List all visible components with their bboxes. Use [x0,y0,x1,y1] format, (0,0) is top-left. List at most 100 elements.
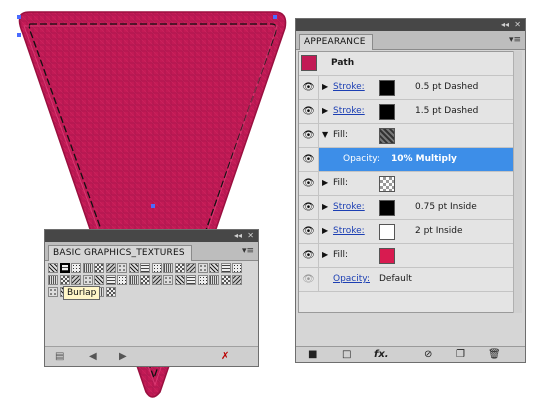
texture-swatch[interactable] [105,263,116,273]
fill-label: Fill: [333,130,349,140]
stroke-label[interactable]: Stroke: [333,202,365,212]
delete-icon[interactable]: ✗ [221,351,229,362]
texture-swatch[interactable] [151,263,162,273]
texture-swatch[interactable] [220,263,231,273]
texture-swatch[interactable] [186,275,196,285]
texture-swatch[interactable] [117,275,127,285]
texture-swatch[interactable] [71,275,81,285]
texture-swatch[interactable] [186,263,196,273]
texture-swatch[interactable] [71,263,81,273]
panel-menu-icon[interactable]: ▾≡ [242,246,254,256]
visibility-eye-icon[interactable]: 👁 [299,220,319,243]
appearance-row-fill-color[interactable]: 👁 ▶ Fill: [299,244,519,268]
texture-swatch[interactable] [117,263,127,273]
texture-swatch[interactable] [82,275,93,285]
visibility-eye-icon[interactable]: 👁 [299,196,319,219]
appearance-row-stroke-3[interactable]: 👁 ▶ Stroke: 0.75 pt Inside [299,196,519,220]
selection-handle-center[interactable] [151,204,155,208]
texture-swatch[interactable] [140,263,150,273]
clear-icon[interactable]: □ [342,349,351,360]
opacity-label[interactable]: Opacity: [343,154,380,164]
texture-swatch[interactable] [163,263,173,273]
close-icon[interactable]: ✕ [514,20,521,30]
texture-swatch[interactable] [197,263,208,273]
texture-swatch[interactable] [140,275,150,285]
new-art-icon[interactable]: ■ [308,349,317,360]
appearance-row-stroke-2[interactable]: 👁 ▶ Stroke: 1.5 pt Dashed [299,100,519,124]
texture-swatch[interactable] [59,275,70,285]
texture-swatch[interactable] [105,275,116,285]
texture-swatch[interactable] [128,263,139,273]
prev-arrow-icon[interactable]: ◀ [89,351,97,362]
fx-icon[interactable]: fx. [374,349,389,360]
expand-triangle-icon[interactable]: ▶ [322,250,328,259]
appearance-row-stroke-4[interactable]: 👁 ▶ Stroke: 2 pt Inside [299,220,519,244]
expand-triangle-icon[interactable]: ▶ [322,202,328,211]
appearance-header-row[interactable]: Path [299,52,519,76]
checker-swatch[interactable] [379,176,395,192]
texture-swatch[interactable] [174,263,185,273]
stroke-label[interactable]: Stroke: [333,106,365,116]
texture-swatch[interactable] [94,263,104,273]
texture-swatch[interactable] [48,275,58,285]
expand-triangle-icon[interactable]: ▶ [322,106,328,115]
texture-swatch[interactable] [232,263,242,273]
visibility-eye-icon[interactable]: 👁 [299,100,319,123]
texture-swatch[interactable] [59,263,70,273]
texture-swatch[interactable] [48,263,58,273]
texture-swatch[interactable] [379,128,395,144]
path-label: Path [331,58,355,68]
tab-appearance[interactable]: APPEARANCE [299,34,373,50]
texture-swatch[interactable] [209,275,219,285]
texture-swatch[interactable] [209,263,219,273]
tab-textures[interactable]: BASIC GRAPHICS_TEXTURES [48,245,192,261]
appearance-row-fill-checker[interactable]: 👁 ▶ Fill: [299,172,519,196]
appearance-row-fill-texture[interactable]: 👁 ▼ Fill: [299,124,519,148]
delete-icon[interactable]: 🗑 [488,349,501,360]
duplicate-icon[interactable]: ❐ [456,349,465,360]
appearance-row-opacity-selected[interactable]: 👁 Opacity: 10% Multiply [299,148,519,172]
texture-swatch[interactable] [220,275,231,285]
texture-swatch[interactable] [128,275,139,285]
selection-handle-top-right[interactable] [273,15,277,19]
library-icon[interactable]: ▤ [55,351,64,362]
texture-swatch[interactable] [163,275,173,285]
appearance-scrollbar[interactable] [513,51,522,313]
stroke-swatch[interactable] [379,200,395,216]
reduce-icon[interactable]: ⊘ [424,349,432,360]
visibility-eye-icon[interactable]: 👁 [299,244,319,267]
panel-menu-icon[interactable]: ▾≡ [509,35,521,45]
visibility-eye-icon[interactable]: 👁 [299,268,319,291]
appearance-row-opacity-default[interactable]: 👁 Opacity: Default [299,268,519,292]
texture-swatch[interactable] [105,287,116,297]
stroke-swatch[interactable] [379,224,395,240]
selection-handle-left[interactable] [17,33,21,37]
collapse-triangle-icon[interactable]: ▼ [322,130,328,139]
texture-swatch[interactable] [151,275,162,285]
close-icon[interactable]: ✕ [247,231,254,241]
collapse-icon[interactable]: ◂◂ [234,231,242,241]
visibility-eye-icon[interactable]: 👁 [299,172,319,195]
texture-swatch[interactable] [82,263,93,273]
appearance-row-stroke-1[interactable]: 👁 ▶ Stroke: 0.5 pt Dashed [299,76,519,100]
visibility-eye-icon[interactable]: 👁 [299,76,319,99]
texture-swatch[interactable] [94,275,104,285]
collapse-icon[interactable]: ◂◂ [501,20,509,30]
expand-triangle-icon[interactable]: ▶ [322,82,328,91]
texture-swatch[interactable] [48,287,58,297]
stroke-swatch[interactable] [379,104,395,120]
stroke-swatch[interactable] [379,80,395,96]
texture-swatch[interactable] [174,275,185,285]
selection-handle-top-left[interactable] [17,15,21,19]
texture-swatch[interactable] [197,275,208,285]
expand-triangle-icon[interactable]: ▶ [322,178,328,187]
stroke-label[interactable]: Stroke: [333,226,365,236]
stroke-label[interactable]: Stroke: [333,82,365,92]
opacity-label[interactable]: Opacity: [333,274,370,284]
texture-swatch[interactable] [232,275,242,285]
next-arrow-icon[interactable]: ▶ [119,351,127,362]
fill-swatch[interactable] [379,248,395,264]
expand-triangle-icon[interactable]: ▶ [322,226,328,235]
visibility-eye-icon[interactable]: 👁 [299,148,319,171]
visibility-eye-icon[interactable]: 👁 [299,124,319,147]
